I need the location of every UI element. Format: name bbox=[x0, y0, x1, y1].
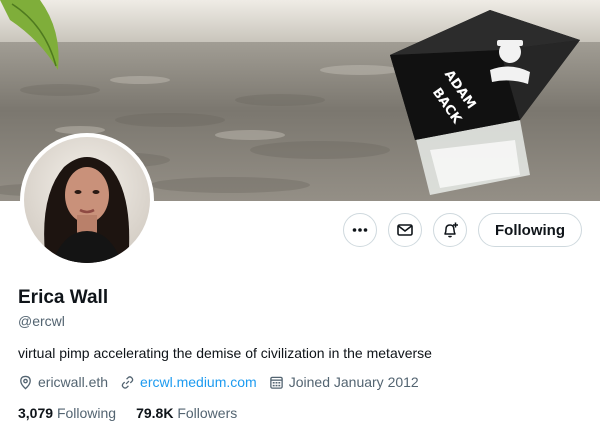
following-stat[interactable]: 3,079 Following bbox=[18, 405, 116, 421]
calendar-icon bbox=[269, 376, 283, 389]
following-button[interactable]: Following bbox=[478, 213, 582, 247]
profile-meta: ericwall.eth ercwl.medium.com Joined Jan… bbox=[18, 374, 431, 390]
following-count: 3,079 bbox=[18, 405, 54, 421]
followers-stat[interactable]: 79.8K Followers bbox=[136, 405, 237, 421]
notify-button[interactable] bbox=[433, 213, 468, 247]
profile-stats: 3,079 Following 79.8K Followers bbox=[18, 405, 257, 421]
message-button[interactable] bbox=[388, 213, 423, 247]
profile-bio: virtual pimp accelerating the demise of … bbox=[18, 345, 432, 361]
profile-page: ADAM BACK Following Erica Wall @ercwl vi… bbox=[0, 0, 600, 432]
joined-item: Joined January 2012 bbox=[269, 374, 419, 390]
website-item[interactable]: ercwl.medium.com bbox=[120, 374, 257, 390]
profile-handle: @ercwl bbox=[18, 313, 65, 329]
joined-text: Joined January 2012 bbox=[288, 374, 419, 390]
following-label: Following bbox=[56, 405, 117, 421]
followers-count: 79.8K bbox=[136, 405, 174, 421]
location-item: ericwall.eth bbox=[18, 374, 108, 390]
website-link[interactable]: ercwl.medium.com bbox=[140, 374, 257, 390]
profile-actions: Following bbox=[343, 213, 582, 247]
profile-name: Erica Wall bbox=[18, 287, 109, 308]
more-dots-icon bbox=[352, 228, 368, 232]
location-pin-icon bbox=[20, 375, 31, 389]
more-button[interactable] bbox=[343, 213, 378, 247]
link-icon bbox=[121, 375, 134, 389]
envelope-icon bbox=[397, 224, 413, 236]
location-text: ericwall.eth bbox=[38, 374, 109, 390]
bell-plus-icon bbox=[444, 222, 459, 238]
followers-label: Followers bbox=[177, 405, 238, 421]
avatar[interactable] bbox=[20, 133, 154, 267]
avatar-image bbox=[24, 137, 150, 263]
